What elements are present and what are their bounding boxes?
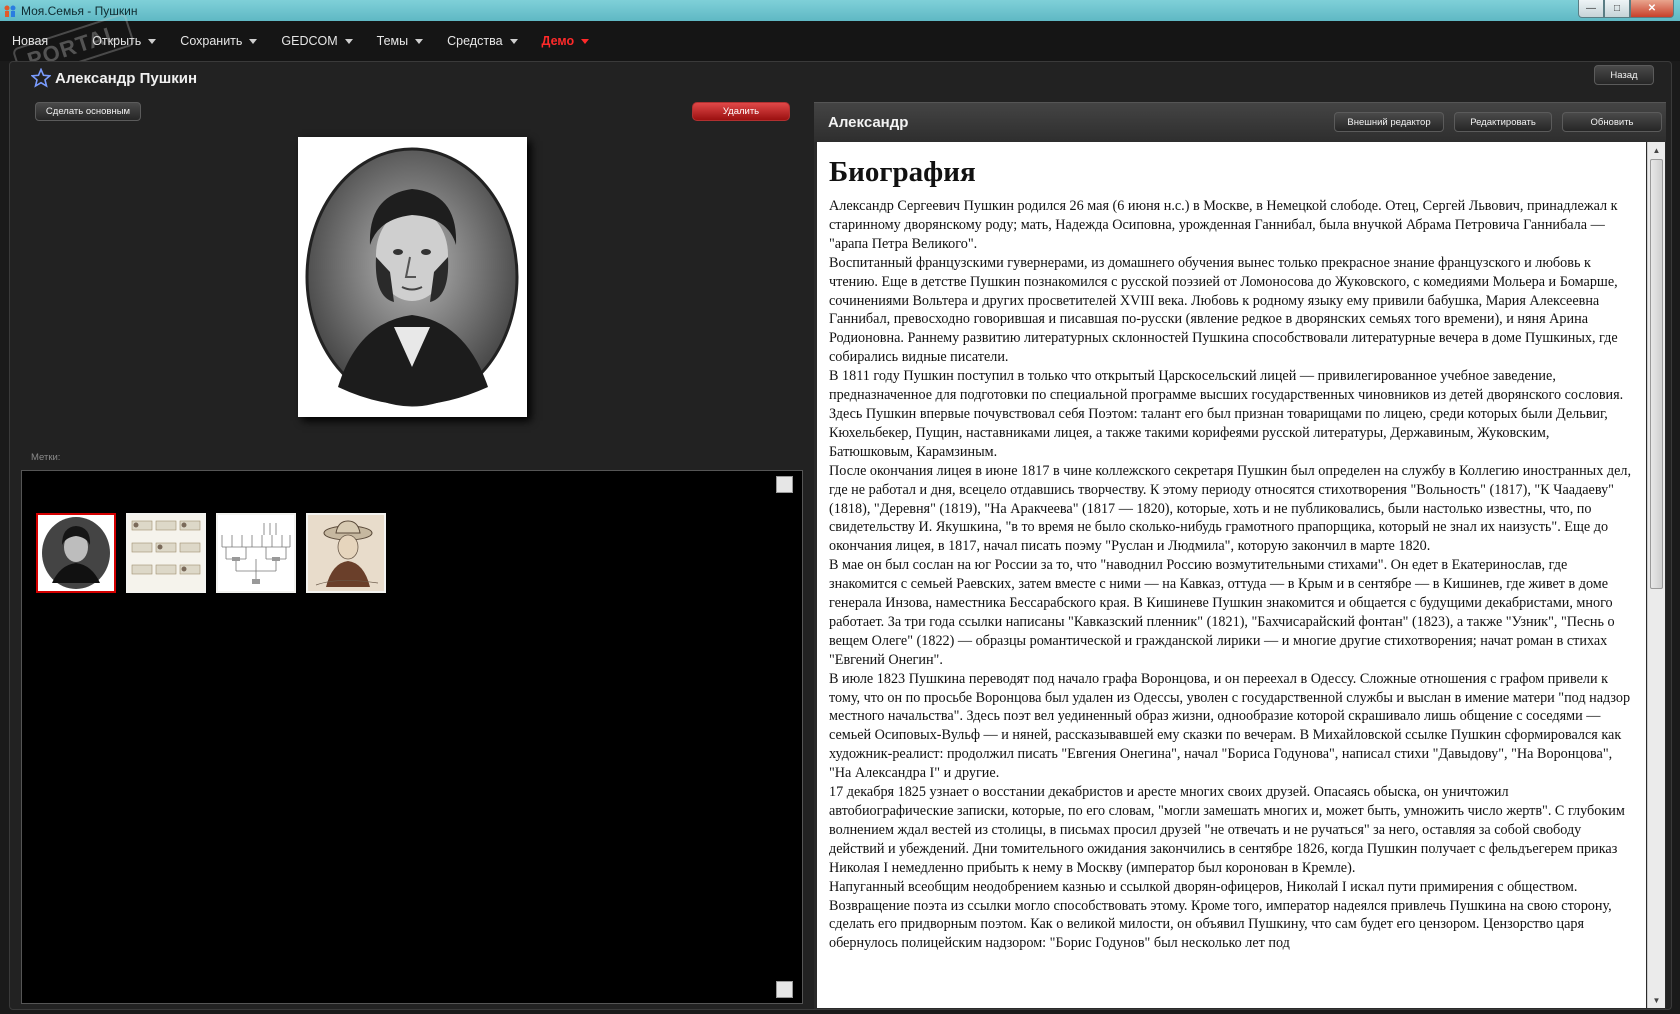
thumbnail-sketch[interactable] — [306, 513, 386, 593]
biography-paragraph: Воспитанный французскими гувернерами, из… — [829, 254, 1618, 366]
scroll-up-icon[interactable]: ▲ — [1648, 142, 1665, 158]
biography-paragraph: Александр Сергеевич Пушкин родился 26 ма… — [829, 198, 1618, 252]
portrait-thumbnail-image — [38, 515, 114, 591]
sketch-thumbnail-image — [308, 515, 384, 591]
delete-button[interactable]: Удалить — [692, 102, 790, 121]
menu-themes[interactable]: Темы — [365, 21, 435, 61]
star-icon[interactable] — [31, 68, 51, 88]
menu-themes-label: Темы — [376, 34, 409, 48]
person-view: Александр Пушкин Назад Сделать основным … — [9, 61, 1672, 1010]
menu-gedcom-label: GEDCOM — [281, 34, 338, 48]
main-menu: Новая Открыть Сохранить GEDCOM Темы Сред… — [0, 21, 1680, 61]
main-portrait — [298, 137, 527, 417]
thumbnail-list — [36, 513, 386, 593]
tags-label: Метки: — [31, 452, 61, 463]
detail-header: Александр Внешний редактор Редактировать… — [814, 102, 1666, 142]
refresh-button[interactable]: Обновить — [1562, 112, 1662, 132]
back-button[interactable]: Назад — [1594, 65, 1654, 85]
media-gallery[interactable] — [21, 470, 803, 1004]
menu-tools-label: Средства — [447, 34, 503, 48]
menu-demo-label: Демо — [541, 34, 575, 48]
vertical-scrollbar[interactable]: ▲ ▼ — [1647, 142, 1665, 1008]
chevron-down-icon — [509, 38, 518, 44]
menu-save-label: Сохранить — [180, 34, 243, 48]
chevron-down-icon — [249, 38, 258, 44]
biography-paragraph: Напуганный всеобщим неодобрением казнью … — [829, 878, 1612, 952]
app-icon — [4, 5, 16, 17]
menu-tools[interactable]: Средства — [435, 21, 529, 61]
detail-panel: Александр Внешний редактор Редактировать… — [814, 102, 1666, 1009]
external-editor-button[interactable]: Внешний редактор — [1334, 112, 1444, 132]
chevron-down-icon — [148, 38, 157, 44]
chevron-down-icon — [344, 38, 353, 44]
biography-paragraph: В 1811 году Пушкин поступил в только что… — [829, 368, 1624, 460]
menu-open-label: Открыть — [92, 34, 142, 48]
chevron-down-icon — [415, 38, 424, 44]
biography-paragraph: 17 декабря 1825 узнает о восстании декаб… — [829, 784, 1625, 876]
make-main-button[interactable]: Сделать основным — [35, 102, 141, 121]
biography-document[interactable]: Биография Александр Сергеевич Пушкин род… — [817, 142, 1646, 1008]
biography-paragraph: После окончания лицея в июне 1817 в чине… — [829, 462, 1631, 555]
person-name: Александр Пушкин — [55, 69, 198, 87]
maximize-icon[interactable]: □ — [1604, 0, 1630, 18]
scroll-down-icon[interactable]: ▼ — [1648, 992, 1665, 1008]
close-icon[interactable]: ✕ — [1630, 0, 1674, 18]
thumbnail-pedigree[interactable] — [216, 513, 296, 593]
biography-heading: Биография — [829, 156, 976, 188]
gallery-top-control[interactable] — [776, 476, 793, 493]
person-header: Александр Пушкин — [10, 62, 1671, 94]
menu-demo[interactable]: Демо — [530, 21, 602, 61]
window-controls: — □ ✕ — [1578, 0, 1674, 18]
biography-paragraph: В мае он был сослан на юг России за то, … — [829, 557, 1615, 668]
minimize-icon[interactable]: — — [1578, 0, 1604, 18]
chevron-down-icon — [581, 38, 590, 44]
thumbnail-family-tree[interactable] — [126, 513, 206, 593]
detail-title: Александр — [828, 114, 909, 131]
menu-new[interactable]: Новая — [0, 21, 60, 61]
thumbnail-portrait[interactable] — [36, 513, 116, 593]
menu-new-label: Новая — [12, 34, 49, 48]
scrollbar-thumb[interactable] — [1650, 159, 1663, 589]
window-title: Моя.Семья - Пушкин — [21, 3, 138, 18]
biography-paragraph: В июле 1823 Пушкина переводят под начало… — [829, 670, 1631, 782]
menu-gedcom[interactable]: GEDCOM — [269, 21, 364, 61]
portrait-image — [298, 137, 527, 417]
pedigree-thumbnail-image — [218, 515, 294, 591]
edit-button[interactable]: Редактировать — [1454, 112, 1552, 132]
family-tree-thumbnail-image — [128, 515, 204, 591]
menu-save[interactable]: Сохранить — [168, 21, 269, 61]
menu-open[interactable]: Открыть — [80, 21, 168, 61]
window-title-bar: Моя.Семья - Пушкин — □ ✕ — [0, 0, 1680, 21]
gallery-bottom-control[interactable] — [776, 981, 793, 998]
